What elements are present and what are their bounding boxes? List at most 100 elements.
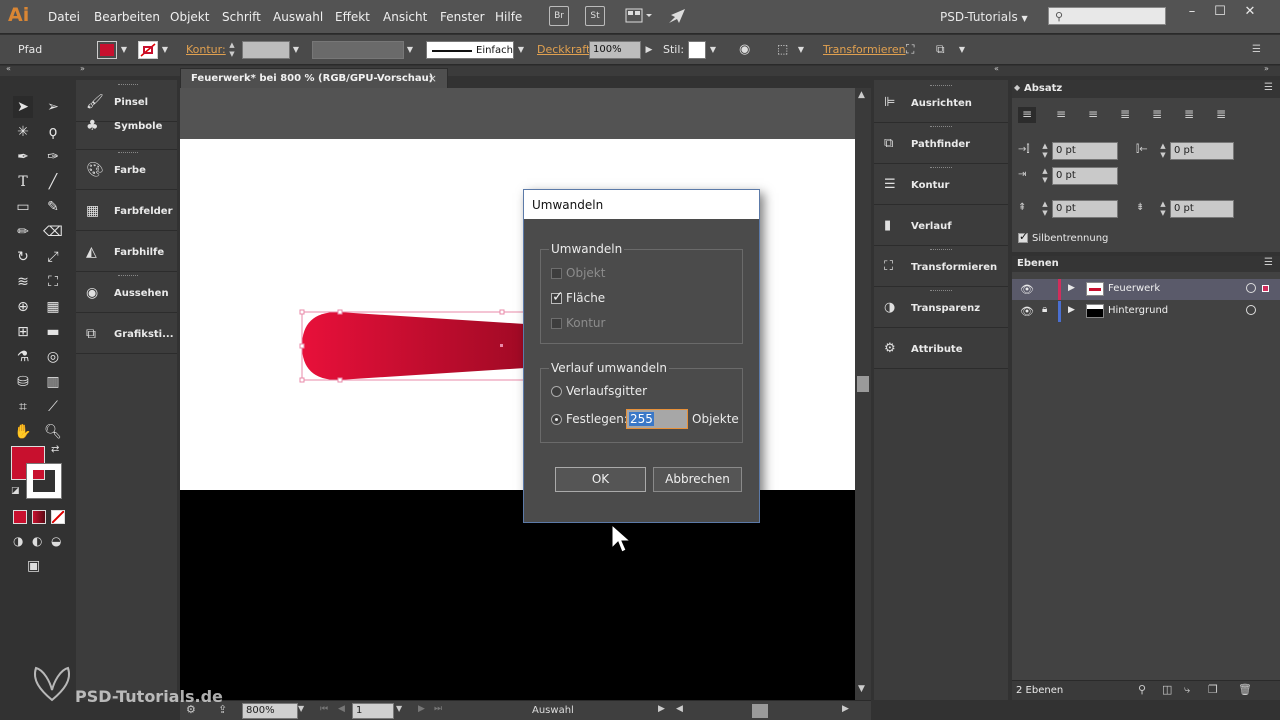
layer-target-icon[interactable]: [1246, 305, 1256, 315]
panel-grafikstile[interactable]: ⧉ Grafiksti...: [76, 314, 177, 354]
eraser-tool-icon[interactable]: ⌫: [41, 221, 65, 243]
menu-datei[interactable]: Datei: [48, 10, 80, 24]
isolate-object-icon[interactable]: ⛶: [906, 42, 924, 58]
mesh-tool-icon[interactable]: ⊞: [11, 321, 35, 343]
arrange-icon[interactable]: ⧉: [936, 42, 954, 58]
chevron-down-icon[interactable]: ▼: [298, 704, 304, 713]
hyphenation-checkbox[interactable]: ✓: [1018, 230, 1028, 243]
panel-menu-icon[interactable]: ☰: [1264, 82, 1273, 93]
curvature-tool-icon[interactable]: ✑: [41, 146, 65, 168]
visibility-eye-icon[interactable]: 👁︎: [1020, 283, 1034, 296]
blend-tool-icon[interactable]: ◎: [41, 346, 65, 368]
selection-tool-icon[interactable]: ➤: [11, 96, 35, 118]
justify-center-icon[interactable]: ≣: [1148, 107, 1166, 123]
close-icon[interactable]: ×: [428, 72, 437, 85]
selection-indicator[interactable]: [1262, 285, 1269, 292]
justify-all-icon[interactable]: ≣: [1212, 107, 1230, 123]
first-artboard-icon[interactable]: ⏮: [320, 704, 328, 714]
pencil-tool-icon[interactable]: ✏: [11, 221, 35, 243]
line-tool-icon[interactable]: ╱: [41, 171, 65, 193]
perspective-grid-tool-icon[interactable]: ▦: [41, 296, 65, 318]
stroke-weight-input[interactable]: [242, 41, 290, 59]
visibility-eye-icon[interactable]: 👁︎: [1020, 305, 1034, 318]
locate-object-icon[interactable]: ⚲: [1138, 683, 1146, 696]
expand-triangle-icon[interactable]: ▶: [1068, 305, 1075, 315]
chevron-down-icon[interactable]: ▼: [290, 41, 302, 59]
align-left-icon[interactable]: ≡: [1018, 107, 1036, 123]
ok-button[interactable]: OK: [555, 467, 646, 492]
document-tab[interactable]: Feuerwerk* bei 800 % (RGB/GPU-Vorschau) …: [180, 68, 448, 88]
magic-wand-tool-icon[interactable]: ✳: [11, 121, 35, 143]
kontur-checkbox[interactable]: [551, 318, 562, 329]
close-icon[interactable]: ✕: [1242, 4, 1258, 20]
space-before-input[interactable]: 0 pt: [1052, 200, 1118, 218]
indent-right-input[interactable]: 0 pt: [1170, 142, 1234, 160]
maximize-icon[interactable]: ☐: [1212, 4, 1228, 20]
stroke-swatch[interactable]: [138, 41, 158, 59]
free-transform-tool-icon[interactable]: ⛶: [41, 271, 65, 293]
first-line-indent-input[interactable]: 0 pt: [1052, 167, 1118, 185]
chevron-down-icon[interactable]: ▼: [956, 41, 968, 59]
stroke-panel-link[interactable]: Kontur:: [186, 43, 226, 56]
stock-button[interactable]: St: [585, 6, 605, 26]
menu-schrift[interactable]: Schrift: [222, 10, 261, 24]
default-colors-icon[interactable]: ◪: [11, 486, 20, 496]
festlegen-radio[interactable]: [551, 414, 562, 425]
cancel-button[interactable]: Abbrechen: [653, 467, 742, 492]
specify-objects-input[interactable]: 255: [626, 409, 688, 429]
pen-tool-icon[interactable]: ✒: [11, 146, 35, 168]
menu-hilfe[interactable]: Hilfe: [495, 10, 522, 24]
rectangle-tool-icon[interactable]: ▭: [11, 196, 35, 218]
first-line-indent-spinner[interactable]: ▲ ▼: [1040, 167, 1050, 185]
graphic-style-swatch[interactable]: [688, 41, 706, 59]
opacity-input[interactable]: 100%: [589, 41, 641, 59]
recolor-artwork-icon[interactable]: ◉: [739, 42, 755, 58]
color-mode-icon[interactable]: [13, 510, 27, 524]
zoom-input[interactable]: 800%: [242, 703, 298, 719]
collapse-icon[interactable]: «: [6, 64, 11, 73]
menu-bearbeiten[interactable]: Bearbeiten: [94, 10, 160, 24]
scroll-right-icon[interactable]: ▶: [842, 704, 849, 714]
type-tool-icon[interactable]: T: [11, 171, 35, 193]
panel-transparenz[interactable]: ◑ Transparenz: [874, 287, 1008, 328]
variable-width-profile[interactable]: [312, 41, 404, 59]
panel-pathfinder[interactable]: ⧉ Pathfinder: [874, 123, 1008, 164]
column-graph-tool-icon[interactable]: ▥: [41, 371, 65, 393]
scroll-up-icon[interactable]: ▲: [858, 90, 865, 100]
align-center-icon[interactable]: ≡: [1052, 107, 1070, 123]
draw-normal-icon[interactable]: ◑: [13, 534, 23, 548]
objekt-checkbox[interactable]: [551, 268, 562, 279]
gradient-mode-icon[interactable]: [32, 510, 46, 524]
layer-row-feuerwerk[interactable]: 👁︎ ▶ Feuerwerk: [1012, 279, 1280, 300]
opacity-panel-link[interactable]: Deckkraft:: [537, 43, 594, 56]
warp-tool-icon[interactable]: ≋: [11, 271, 35, 293]
chevron-down-icon[interactable]: ▼: [159, 41, 171, 59]
direct-selection-tool-icon[interactable]: ➢: [41, 96, 65, 118]
layer-row-hintergrund[interactable]: 👁︎ 🔒︎ ▶ Hintergrund: [1012, 301, 1280, 322]
trash-icon[interactable]: 🗑︎: [1238, 683, 1252, 696]
scroll-left-icon[interactable]: ◀: [676, 704, 683, 714]
gpu-performance-button[interactable]: [667, 7, 687, 25]
gradient-tool-icon[interactable]: ▬: [41, 321, 65, 343]
panel-farbe[interactable]: 🎨︎ Farbe: [76, 150, 177, 190]
workspace-switcher[interactable]: PSD-Tutorials ▼: [940, 10, 1028, 24]
panel-menu-icon[interactable]: ☰: [1264, 257, 1273, 268]
lock-icon[interactable]: 🔒︎: [1042, 304, 1047, 315]
new-layer-icon[interactable]: ❐: [1208, 683, 1218, 696]
chevron-down-icon[interactable]: ▼: [707, 41, 719, 59]
slice-tool-icon[interactable]: ⟋: [41, 396, 65, 418]
panel-verlauf[interactable]: ▮ Verlauf: [874, 205, 1008, 246]
minimize-icon[interactable]: –: [1184, 4, 1200, 20]
chevron-down-icon[interactable]: ▼: [404, 41, 416, 59]
bridge-button[interactable]: Br: [549, 6, 569, 26]
rotate-tool-icon[interactable]: ↻: [11, 246, 35, 268]
menu-auswahl[interactable]: Auswahl: [273, 10, 323, 24]
expand-triangle-icon[interactable]: ▶: [1068, 283, 1075, 293]
help-search-input[interactable]: ⚲: [1048, 7, 1166, 25]
panel-aussehen[interactable]: ◉ Aussehen: [76, 273, 177, 313]
stroke-color-box[interactable]: [26, 463, 62, 499]
panel-ausrichten[interactable]: ⊫ Ausrichten: [874, 82, 1008, 123]
layer-target-icon[interactable]: [1246, 283, 1256, 293]
menu-objekt[interactable]: Objekt: [170, 10, 209, 24]
panel-kontur[interactable]: ☰ Kontur: [874, 164, 1008, 205]
